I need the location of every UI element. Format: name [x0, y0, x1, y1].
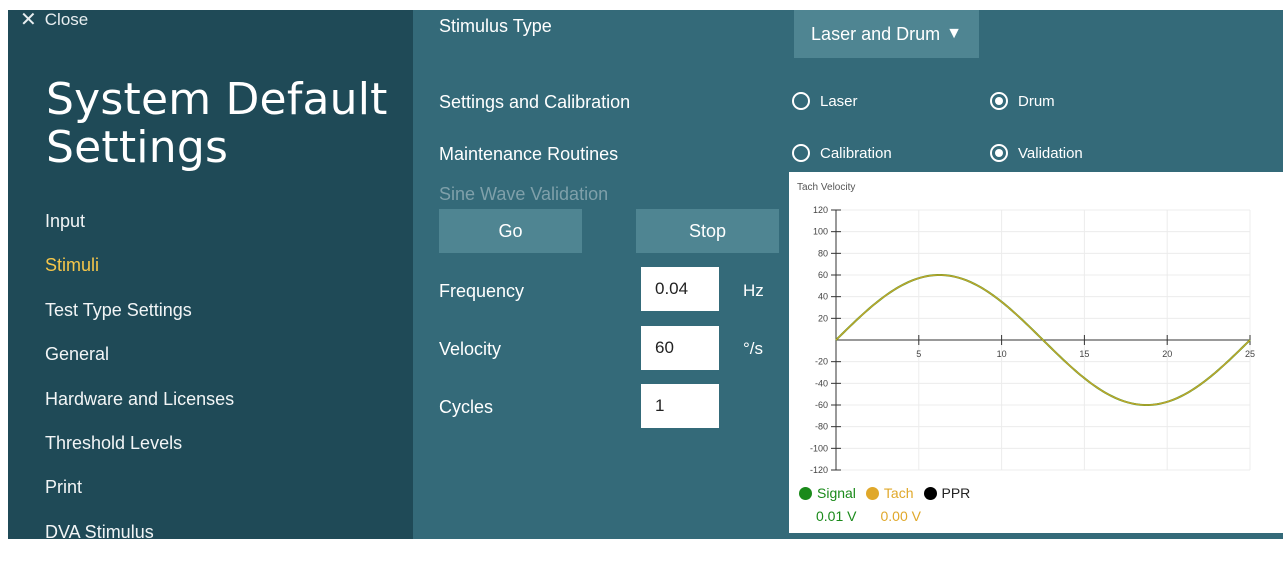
sidebar-item-stimuli[interactable]: Stimuli — [45, 251, 234, 295]
sine-wave-validation-label: Sine Wave Validation — [439, 184, 609, 204]
close-icon: ✕ — [20, 9, 37, 31]
radio-selected-icon — [990, 92, 1008, 110]
cycles-label: Cycles — [439, 397, 494, 417]
y-tick-label: 60 — [818, 270, 828, 280]
radio-drum-label: Drum — [1018, 92, 1055, 110]
y-tick-label: 20 — [818, 313, 828, 323]
y-tick-label: 120 — [813, 205, 828, 215]
x-tick-label: 25 — [1245, 349, 1255, 359]
sidebar-item-dva-stimulus[interactable]: DVA Stimulus — [45, 518, 234, 562]
sidebar-item-print[interactable]: Print — [45, 473, 234, 517]
radio-selected-icon — [990, 144, 1008, 162]
frequency-input[interactable] — [641, 267, 719, 311]
velocity-unit: °/s — [743, 339, 764, 358]
chevron-down-icon: ▼ — [946, 25, 962, 42]
close-label: Close — [44, 10, 89, 29]
sidebar-item-threshold-levels[interactable]: Threshold Levels — [45, 429, 234, 473]
sidebar-item-test-type-settings[interactable]: Test Type Settings — [45, 296, 234, 340]
settings-calibration-label: Settings and Calibration — [439, 92, 631, 112]
sidebar-nav: Input Stimuli Test Type Settings General… — [45, 207, 234, 562]
radio-validation-label: Validation — [1018, 144, 1083, 162]
y-tick-label: -80 — [815, 422, 828, 432]
stimulus-type-value: Laser and Drum — [811, 23, 941, 44]
chart-legend: Signal Tach PPR — [799, 485, 970, 501]
x-tick-label: 15 — [1079, 349, 1089, 359]
close-button[interactable]: ✕ Close — [20, 10, 88, 30]
legend-signal-label: Signal — [817, 485, 856, 501]
x-tick-label: 10 — [997, 349, 1007, 359]
frequency-label: Frequency — [439, 281, 525, 301]
sidebar-item-input[interactable]: Input — [45, 207, 234, 251]
signal-reading: 0.01 V — [816, 508, 857, 524]
legend-signal: Signal — [799, 485, 856, 501]
y-tick-label: -20 — [815, 357, 828, 367]
chart-svg: Tach Velocity 120 100 80 60 40 20 -20 -40 -60 -80 -… — [797, 182, 1255, 475]
x-tick-label: 20 — [1162, 349, 1172, 359]
chart-title: Tach Velocity — [797, 182, 855, 193]
radio-circle-icon — [792, 92, 810, 110]
legend-tach: Tach — [865, 485, 914, 501]
radio-laser-label: Laser — [820, 92, 858, 110]
stimulus-type-dropdown[interactable]: Laser and Drum ▼ — [794, 10, 979, 58]
stop-button[interactable]: Stop — [636, 209, 779, 253]
y-tick-label: 100 — [813, 227, 828, 237]
radio-drum[interactable]: Drum — [990, 92, 1055, 110]
x-tick-label: 5 — [916, 349, 921, 359]
legend-ppr-label: PPR — [941, 485, 971, 501]
y-tick-label: -100 — [810, 443, 828, 453]
y-tick-label: -120 — [810, 465, 828, 475]
cycles-input[interactable] — [641, 384, 719, 428]
tach-velocity-chart: Tach Velocity 120 100 80 60 40 20 -20 -40 -60 -80 -… — [789, 172, 1283, 533]
y-tick-label: 80 — [818, 248, 828, 258]
radio-calibration-label: Calibration — [820, 144, 892, 162]
velocity-input[interactable] — [641, 326, 719, 370]
y-tick-label: -60 — [815, 400, 828, 410]
maintenance-routines-label: Maintenance Routines — [439, 144, 619, 164]
legend-ppr: PPR — [923, 485, 971, 501]
velocity-label: Velocity — [439, 339, 502, 359]
y-tick-label: 40 — [818, 292, 828, 302]
frequency-unit: Hz — [743, 281, 764, 300]
tach-dot-icon — [865, 486, 879, 500]
sidebar-item-general[interactable]: General — [45, 340, 234, 384]
chart-readings: 0.01 V 0.00 V — [816, 508, 921, 524]
signal-dot-icon — [799, 486, 812, 500]
stimulus-type-label: Stimulus Type — [439, 16, 552, 36]
page-title: System Default Settings — [46, 74, 388, 173]
radio-validation[interactable]: Validation — [990, 144, 1083, 162]
legend-tach-label: Tach — [883, 485, 914, 501]
radio-circle-icon — [792, 144, 810, 162]
radio-calibration[interactable]: Calibration — [792, 144, 892, 162]
tach-reading: 0.00 V — [880, 508, 921, 524]
sidebar: ✕ Close System Default Settings Input St… — [8, 10, 413, 542]
sidebar-item-hardware-and-licenses[interactable]: Hardware and Licenses — [45, 385, 234, 429]
y-tick-label: -40 — [815, 378, 828, 388]
go-button[interactable]: Go — [439, 209, 582, 253]
radio-laser[interactable]: Laser — [792, 92, 858, 110]
ppr-dot-icon — [923, 486, 937, 500]
